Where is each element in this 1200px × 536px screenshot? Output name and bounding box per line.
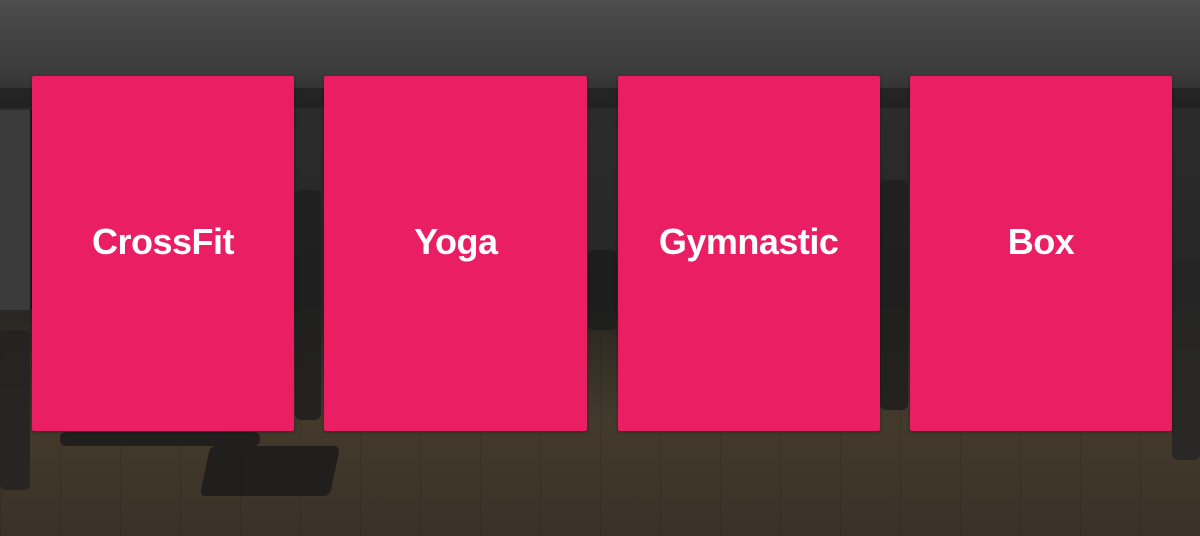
category-card-box[interactable]: Box: [909, 76, 1172, 431]
gym-equipment: [0, 330, 30, 490]
window: [0, 110, 32, 310]
category-label: Box: [1007, 220, 1075, 262]
category-card-yoga[interactable]: Yoga: [324, 76, 588, 431]
gym-equipment: [60, 432, 260, 446]
ceiling: [0, 0, 1200, 70]
gym-equipment: [1172, 260, 1200, 460]
category-label: Yoga: [414, 220, 498, 262]
category-cards: CrossFit Yoga Gymnastic Box: [32, 76, 1172, 431]
gym-equipment: [199, 446, 341, 496]
category-label: Gymnastic: [658, 220, 839, 262]
category-label: CrossFit: [91, 220, 235, 262]
category-card-gymnastic[interactable]: Gymnastic: [617, 76, 880, 431]
category-card-crossfit[interactable]: CrossFit: [32, 76, 294, 431]
